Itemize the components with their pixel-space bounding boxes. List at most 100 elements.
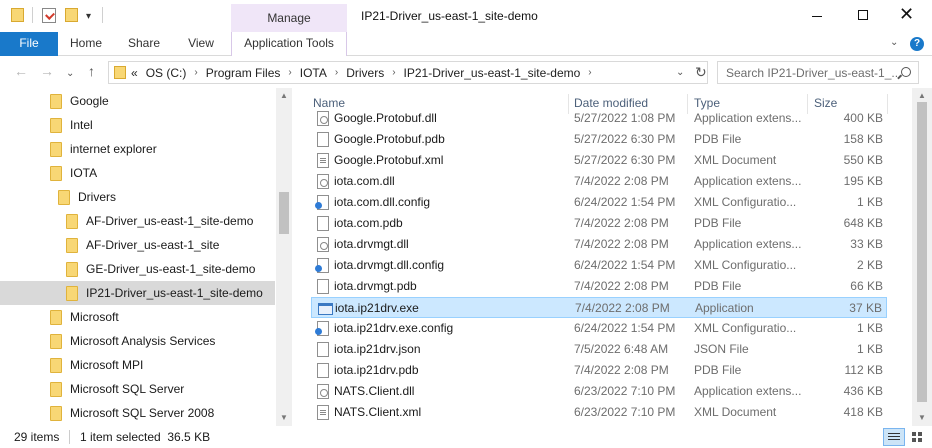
help-icon[interactable]: ? (910, 37, 924, 51)
scrollbar-thumb[interactable] (917, 102, 927, 402)
chevron-right-icon[interactable]: › (335, 67, 338, 78)
file-date-modified: 5/27/2022 6:30 PM (574, 132, 676, 146)
file-name: iota.drvmgt.dll.config (334, 258, 445, 272)
file-row[interactable]: iota.drvmgt.pdb 7/4/2022 2:08 PM PDB File 6… (311, 276, 887, 297)
customize-quick-access-icon[interactable]: ▾ (86, 12, 91, 22)
nav-item[interactable]: internet explorer (0, 137, 275, 161)
file-name: iota.ip21drv.pdb (334, 363, 419, 377)
file-row[interactable]: iota.ip21drv.exe 7/4/2022 2:08 PM Applicat… (311, 297, 887, 318)
nav-item[interactable]: Intel (0, 113, 275, 137)
file-size: 648 KB (843, 216, 883, 230)
file-date-modified: 5/27/2022 1:08 PM (574, 111, 676, 125)
file-row[interactable]: iota.com.dll 7/4/2022 2:08 PM Application … (311, 171, 887, 192)
folder-icon (66, 214, 78, 229)
chevron-right-icon[interactable]: › (194, 67, 197, 78)
nav-item[interactable]: IOTA (0, 161, 275, 185)
tab-view[interactable]: View (180, 32, 222, 56)
details-view-icon[interactable] (883, 428, 905, 446)
folder-icon (66, 262, 78, 277)
file-row[interactable]: Google.Protobuf.dll 5/27/2022 1:08 PM Appl… (311, 108, 887, 129)
scroll-down-icon[interactable]: ▼ (918, 413, 926, 422)
file-date-modified: 5/27/2022 6:30 PM (574, 153, 676, 167)
address-history-dropdown-icon[interactable]: ⌄ (676, 67, 684, 78)
nav-item[interactable]: GE-Driver_us-east-1_site-demo (0, 257, 275, 281)
nav-item[interactable]: Google (0, 89, 275, 113)
nav-item[interactable]: Microsoft SQL Server (0, 377, 275, 401)
nav-item[interactable]: Drivers (0, 185, 275, 209)
file-type: Application extens... (694, 111, 802, 125)
file-row[interactable]: iota.drvmgt.dll 7/4/2022 2:08 PM Applicati… (311, 234, 887, 255)
dll-file-icon (317, 237, 329, 252)
item-count: 29 items (14, 430, 60, 444)
tab-share[interactable]: Share (122, 32, 166, 56)
breadcrumb-drivers[interactable]: Drivers (346, 66, 384, 80)
file-date-modified: 6/23/2022 7:10 PM (574, 384, 676, 398)
xml-file-icon (317, 153, 329, 168)
file-row[interactable]: iota.ip21drv.pdb 7/4/2022 2:08 PM PDB File… (311, 360, 887, 381)
file-row[interactable]: NATS.Client.dll 6/23/2022 7:10 PM Applicat… (311, 381, 887, 402)
nav-item-label: Drivers (78, 190, 116, 204)
minimize-button[interactable] (794, 0, 840, 32)
file-row[interactable]: NATS.Client.xml 6/23/2022 7:10 PM XML Docu… (311, 402, 887, 423)
properties-icon[interactable] (42, 8, 56, 23)
chevron-right-icon[interactable]: › (288, 67, 291, 78)
file-row[interactable]: iota.ip21drv.exe.config 6/24/2022 1:54 PM… (311, 318, 887, 339)
file-type: Application extens... (694, 237, 802, 251)
file-list-scrollbar[interactable]: ▲ ▼ (912, 88, 932, 426)
file-tab[interactable]: File (0, 32, 58, 56)
breadcrumb-overflow[interactable]: « (131, 66, 138, 80)
file-row[interactable]: iota.com.pdb 7/4/2022 2:08 PM PDB File 648 … (311, 213, 887, 234)
status-divider (69, 430, 70, 444)
file-name: iota.ip21drv.json (334, 342, 421, 356)
nav-item-label: internet explorer (70, 142, 157, 156)
breadcrumb-program-files[interactable]: Program Files (206, 66, 281, 80)
nav-item[interactable]: Microsoft Analysis Services (0, 329, 275, 353)
file-name: Google.Protobuf.pdb (334, 132, 445, 146)
close-button[interactable]: ✕ (886, 0, 932, 32)
scrollbar-thumb[interactable] (279, 192, 289, 234)
scroll-up-icon[interactable]: ▲ (280, 91, 288, 100)
chevron-right-icon[interactable]: › (588, 67, 591, 78)
nav-item[interactable]: Microsoft (0, 305, 275, 329)
file-row[interactable]: iota.ip21drv.json 7/5/2022 6:48 AM JSON Fi… (311, 339, 887, 360)
status-bar: 29 items 1 item selected 36.5 KB (0, 426, 932, 448)
search-input[interactable]: Search IP21-Driver_us-east-1_... (717, 61, 919, 84)
search-icon[interactable] (901, 67, 911, 77)
window-title: IP21-Driver_us-east-1_site-demo (361, 9, 538, 23)
address-bar[interactable]: « OS (C:) › Program Files › IOTA › Drive… (108, 61, 708, 84)
chevron-right-icon[interactable]: › (392, 67, 395, 78)
breadcrumb-current-folder[interactable]: IP21-Driver_us-east-1_site-demo (404, 66, 581, 80)
expand-ribbon-icon[interactable]: ⌄ (890, 37, 898, 48)
new-folder-icon[interactable] (65, 8, 78, 22)
nav-item[interactable]: AF-Driver_us-east-1_site (0, 233, 275, 257)
refresh-icon[interactable]: ↻ (695, 64, 707, 81)
large-icons-view-icon[interactable] (908, 428, 928, 446)
back-button[interactable]: ← (14, 63, 28, 79)
navigation-pane-scrollbar[interactable]: ▲ ▼ (276, 88, 292, 426)
scroll-up-icon[interactable]: ▲ (918, 91, 926, 100)
nav-item[interactable]: AF-Driver_us-east-1_site-demo (0, 209, 275, 233)
file-row[interactable]: Google.Protobuf.pdb 5/27/2022 6:30 PM PDB … (311, 129, 887, 150)
file-date-modified: 6/24/2022 1:54 PM (574, 258, 676, 272)
file-type: XML Configuratio... (694, 195, 797, 209)
up-button[interactable]: ↑ (88, 63, 95, 79)
file-row[interactable]: iota.drvmgt.dll.config 6/24/2022 1:54 PM X… (311, 255, 887, 276)
file-row[interactable]: Google.Protobuf.xml 5/27/2022 6:30 PM XML … (311, 150, 887, 171)
nav-item-label: GE-Driver_us-east-1_site-demo (86, 262, 256, 276)
tab-home[interactable]: Home (64, 32, 108, 56)
file-row[interactable]: iota.com.dll.config 6/24/2022 1:54 PM XML … (311, 192, 887, 213)
tab-application-tools[interactable]: Application Tools (231, 32, 347, 56)
nav-item[interactable]: IP21-Driver_us-east-1_site-demo (0, 281, 275, 305)
maximize-button[interactable] (840, 0, 886, 32)
breadcrumb-iota[interactable]: IOTA (300, 66, 327, 80)
manage-tab[interactable]: Manage (231, 4, 347, 32)
recent-locations-icon[interactable]: ⌄ (66, 66, 74, 82)
dll-file-icon (317, 174, 329, 189)
breadcrumb-os-c[interactable]: OS (C:) (146, 66, 187, 80)
nav-item[interactable]: Microsoft MPI (0, 353, 275, 377)
folder-icon (50, 358, 62, 373)
scroll-down-icon[interactable]: ▼ (280, 413, 288, 422)
navigation-pane: Google Intel internet explorer IOTA Drivers A… (0, 88, 292, 426)
nav-item[interactable]: Microsoft SQL Server 2008 (0, 401, 275, 425)
forward-button[interactable]: → (40, 63, 54, 79)
